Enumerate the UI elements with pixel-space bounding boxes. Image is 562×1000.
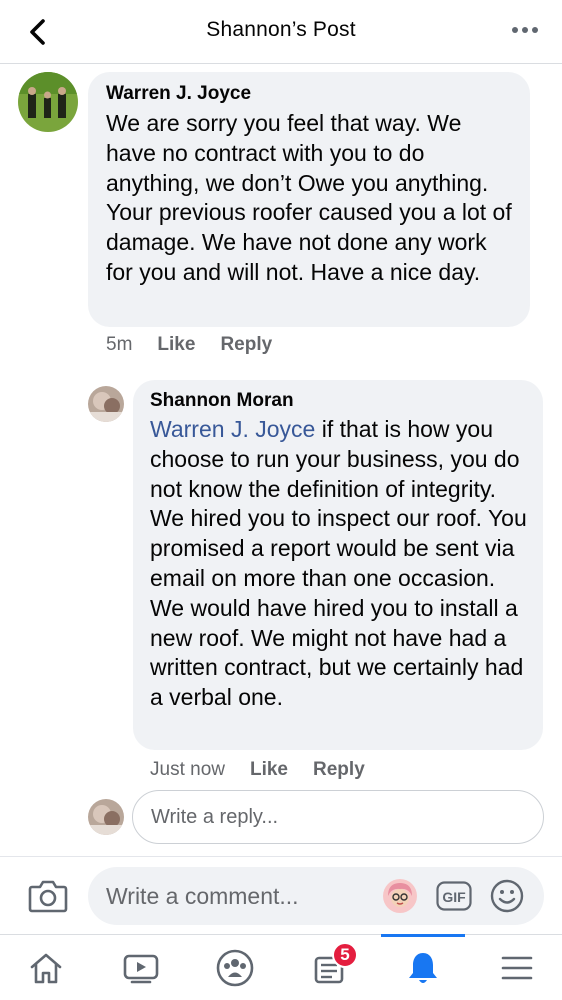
nav-watch[interactable] (101, 935, 181, 1000)
groups-icon (216, 949, 254, 987)
nav-notifications[interactable] (381, 934, 465, 1000)
comment-author[interactable]: Warren J. Joyce (106, 82, 514, 106)
page-title: Shannon’s Post (206, 18, 356, 41)
menu-icon (501, 956, 533, 980)
nav-groups[interactable] (195, 935, 275, 1000)
reply-button[interactable]: Reply (313, 759, 365, 781)
more-options-button[interactable] (510, 20, 540, 40)
comment-text: Warren J. Joyce if that is how you choos… (150, 415, 529, 713)
comment-composer: Write a comment... GIF (0, 856, 562, 934)
comment-text-body: if that is how you choose to run your bu… (150, 416, 527, 711)
comment-bubble: Warren J. Joyce We are sorry you feel th… (88, 72, 530, 327)
avatar-warren[interactable] (18, 72, 78, 132)
gif-button[interactable]: GIF (436, 881, 472, 911)
camera-icon (28, 880, 68, 913)
mention-link[interactable]: Warren J. Joyce (150, 416, 315, 442)
like-button[interactable]: Like (250, 759, 288, 781)
home-icon (30, 953, 62, 984)
comment-actions: Just now Like Reply (150, 759, 365, 781)
bell-icon (409, 953, 437, 983)
emoji-icon (490, 879, 524, 913)
gif-label: GIF (442, 889, 466, 905)
nav-home[interactable] (6, 935, 86, 1000)
avatar-current-user (88, 799, 124, 835)
gif-icon: GIF (436, 881, 472, 911)
nav-news-feed[interactable]: 5 (289, 935, 369, 1000)
notification-badge: 5 (332, 942, 358, 968)
avatar-shannon[interactable] (88, 386, 124, 422)
reply-placeholder: Write a reply... (151, 805, 279, 828)
emoji-button[interactable] (490, 879, 524, 913)
more-horizontal-icon (512, 27, 538, 33)
top-bar: Shannon’s Post (0, 0, 562, 64)
comment-author[interactable]: Shannon Moran (150, 389, 529, 413)
comment-input[interactable]: Write a comment... GIF (88, 867, 544, 925)
comment-bubble: Shannon Moran Warren J. Joyce if that is… (133, 380, 543, 750)
like-button[interactable]: Like (157, 334, 195, 356)
avatar-sticker-button[interactable] (382, 878, 418, 914)
bottom-navigation: 5 (0, 934, 562, 1000)
video-icon (123, 954, 159, 984)
comment-timestamp[interactable]: Just now (150, 759, 225, 781)
avatar-sticker-icon (383, 879, 417, 913)
comment-actions: 5m Like Reply (106, 334, 272, 356)
reply-button[interactable]: Reply (220, 334, 272, 356)
comment-text: We are sorry you feel that way. We have … (106, 110, 512, 285)
comment-timestamp[interactable]: 5m (106, 334, 132, 356)
comment-placeholder: Write a comment... (106, 883, 299, 909)
nav-menu[interactable] (477, 935, 557, 1000)
reply-input[interactable]: Write a reply... (132, 790, 544, 844)
camera-button[interactable] (28, 877, 68, 915)
